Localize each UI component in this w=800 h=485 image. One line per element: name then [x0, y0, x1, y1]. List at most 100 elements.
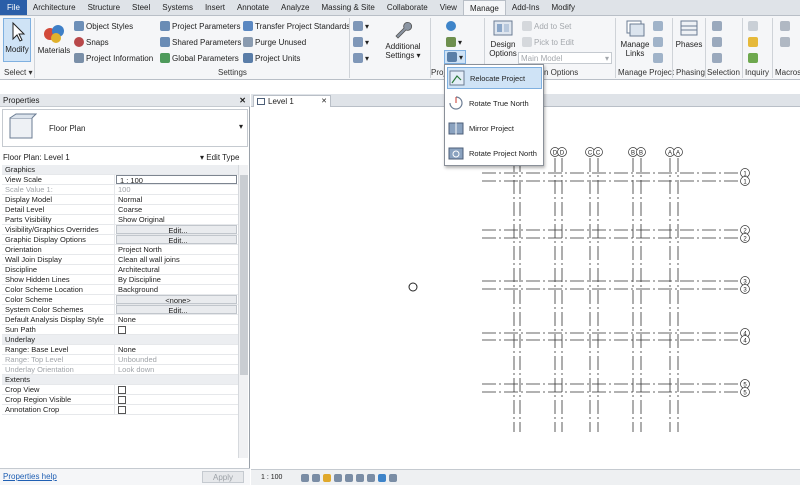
purge-unused-button[interactable]: Purge Unused	[243, 36, 306, 48]
starting-view-button[interactable]	[653, 36, 663, 48]
tab-file[interactable]: File	[0, 0, 27, 15]
lock-icon[interactable]	[367, 474, 375, 482]
global-parameters-button[interactable]: Global Parameters	[160, 52, 239, 64]
property-value[interactable]: None	[115, 315, 238, 324]
warnings-button[interactable]	[748, 36, 758, 48]
type-selector[interactable]: Floor Plan ▾	[2, 109, 248, 147]
snaps-button[interactable]: Snaps	[74, 36, 109, 48]
decal-types-button[interactable]	[653, 52, 663, 64]
location-button[interactable]	[446, 20, 456, 32]
materials-button[interactable]: Materials	[37, 22, 71, 55]
position-dropdown-button[interactable]: ▾	[444, 50, 466, 64]
view-scale[interactable]: 1 : 100	[261, 474, 282, 481]
manage-links-button[interactable]: Manage Links	[619, 18, 651, 58]
tab-steel[interactable]: Steel	[126, 0, 156, 15]
scrollbar-thumb[interactable]	[240, 175, 248, 375]
visual-style-icon[interactable]	[312, 474, 320, 482]
manage-images-button[interactable]	[653, 20, 663, 32]
tab-add-ins[interactable]: Add-Ins	[506, 0, 546, 15]
tab-modify[interactable]: Modify	[545, 0, 581, 15]
checkbox[interactable]	[118, 396, 126, 404]
menu-rotate-project-north[interactable]: Rotate Project North	[447, 142, 542, 164]
property-value[interactable]: Background	[115, 285, 238, 294]
modify-button[interactable]: Modify	[3, 18, 31, 62]
crop-region-icon[interactable]	[356, 474, 364, 482]
property-checkbox-cell[interactable]	[115, 325, 238, 334]
property-edit-button[interactable]: Edit...	[116, 235, 237, 244]
detail-level-icon[interactable]	[301, 474, 309, 482]
property-edit-button[interactable]: <none>	[116, 295, 237, 304]
category-label[interactable]: Extents	[2, 375, 30, 384]
active-design-option-select[interactable]: Main Model ▾	[518, 52, 612, 64]
tab-structure[interactable]: Structure	[82, 0, 126, 15]
property-checkbox-cell[interactable]	[115, 405, 238, 414]
instance-filter-select[interactable]: Floor Plan: Level 1	[2, 152, 198, 164]
close-icon[interactable]: ✕	[321, 96, 327, 107]
tab-architecture[interactable]: Architecture	[27, 0, 82, 15]
load-selection-button[interactable]	[712, 36, 722, 48]
edit-type-button[interactable]: ▾ Edit Type	[200, 152, 239, 164]
reveal-hidden-icon[interactable]	[389, 474, 397, 482]
structural-settings-button[interactable]: ▾	[353, 20, 369, 32]
edit-selection-button[interactable]	[712, 52, 722, 64]
property-checkbox-cell[interactable]	[115, 395, 238, 404]
tab-insert[interactable]: Insert	[199, 0, 231, 15]
macro-security-button[interactable]	[780, 36, 790, 48]
tab-massing-site[interactable]: Massing & Site	[315, 0, 380, 15]
checkbox[interactable]	[118, 326, 126, 334]
property-checkbox-cell[interactable]	[115, 385, 238, 394]
add-to-set-button[interactable]: Add to Set	[522, 20, 571, 32]
tab-annotate[interactable]: Annotate	[231, 0, 275, 15]
tab-collaborate[interactable]: Collaborate	[381, 0, 434, 15]
macro-manager-button[interactable]	[780, 20, 790, 32]
property-value[interactable]: None	[115, 345, 238, 354]
properties-scrollbar[interactable]	[238, 165, 248, 458]
select-panel-label[interactable]: Select ▾	[4, 68, 32, 77]
sun-path-icon[interactable]	[323, 474, 331, 482]
tab-systems[interactable]: Systems	[156, 0, 199, 15]
design-options-button[interactable]: Design Options	[487, 18, 519, 58]
property-edit-button[interactable]: Edit...	[116, 225, 237, 234]
checkbox[interactable]	[118, 406, 126, 414]
menu-relocate-project[interactable]: Relocate Project	[447, 67, 542, 89]
properties-help-link[interactable]: Properties help	[3, 472, 57, 481]
project-parameters-button[interactable]: Project Parameters	[160, 20, 240, 32]
project-units-button[interactable]: Project Units	[243, 52, 300, 64]
property-edit-button[interactable]: Edit...	[116, 305, 237, 314]
ids-of-selection-button[interactable]	[748, 20, 758, 32]
category-label[interactable]: Graphics	[2, 165, 35, 174]
tab-view[interactable]: View	[434, 0, 463, 15]
temporary-hide-icon[interactable]	[378, 474, 386, 482]
panel-schedule-button[interactable]: ▾	[353, 52, 369, 64]
property-value[interactable]: Project North	[115, 245, 238, 254]
tab-manage[interactable]: Manage	[462, 0, 506, 15]
save-selection-button[interactable]	[712, 20, 722, 32]
additional-settings-button[interactable]: Additional Settings ▾	[380, 18, 426, 60]
category-label[interactable]: Underlay	[2, 335, 35, 344]
property-value[interactable]: Architectural	[115, 265, 238, 274]
property-value[interactable]: Normal	[115, 195, 238, 204]
close-icon[interactable]: ✕	[239, 94, 246, 107]
tab-analyze[interactable]: Analyze	[275, 0, 315, 15]
transfer-project-standards-button[interactable]: Transfer Project Standards	[243, 20, 350, 32]
menu-mirror-project[interactable]: Mirror Project	[447, 117, 542, 139]
phases-button[interactable]: Phases	[674, 18, 704, 49]
menu-rotate-true-north[interactable]: Rotate True North	[447, 92, 542, 114]
property-value[interactable]: Clean all wall joins	[115, 255, 238, 264]
coordinates-button[interactable]: ▾	[446, 36, 462, 48]
property-value[interactable]: Show Original	[115, 215, 238, 224]
apply-button[interactable]: Apply	[202, 471, 244, 483]
shadows-icon[interactable]	[334, 474, 342, 482]
view-tab-level-1[interactable]: Level 1 ✕	[253, 95, 331, 107]
property-value[interactable]: By Discipline	[115, 275, 238, 284]
pick-to-edit-button[interactable]: Pick to Edit	[522, 36, 574, 48]
property-value[interactable]: 1 : 100	[116, 175, 237, 184]
project-information-button[interactable]: Project Information	[74, 52, 153, 64]
shared-parameters-button[interactable]: Shared Parameters	[160, 36, 241, 48]
checkbox[interactable]	[118, 386, 126, 394]
object-styles-button[interactable]: Object Styles	[74, 20, 133, 32]
select-by-id-button[interactable]	[748, 52, 758, 64]
crop-view-icon[interactable]	[345, 474, 353, 482]
property-value[interactable]: Coarse	[115, 205, 238, 214]
mep-settings-button[interactable]: ▾	[353, 36, 369, 48]
